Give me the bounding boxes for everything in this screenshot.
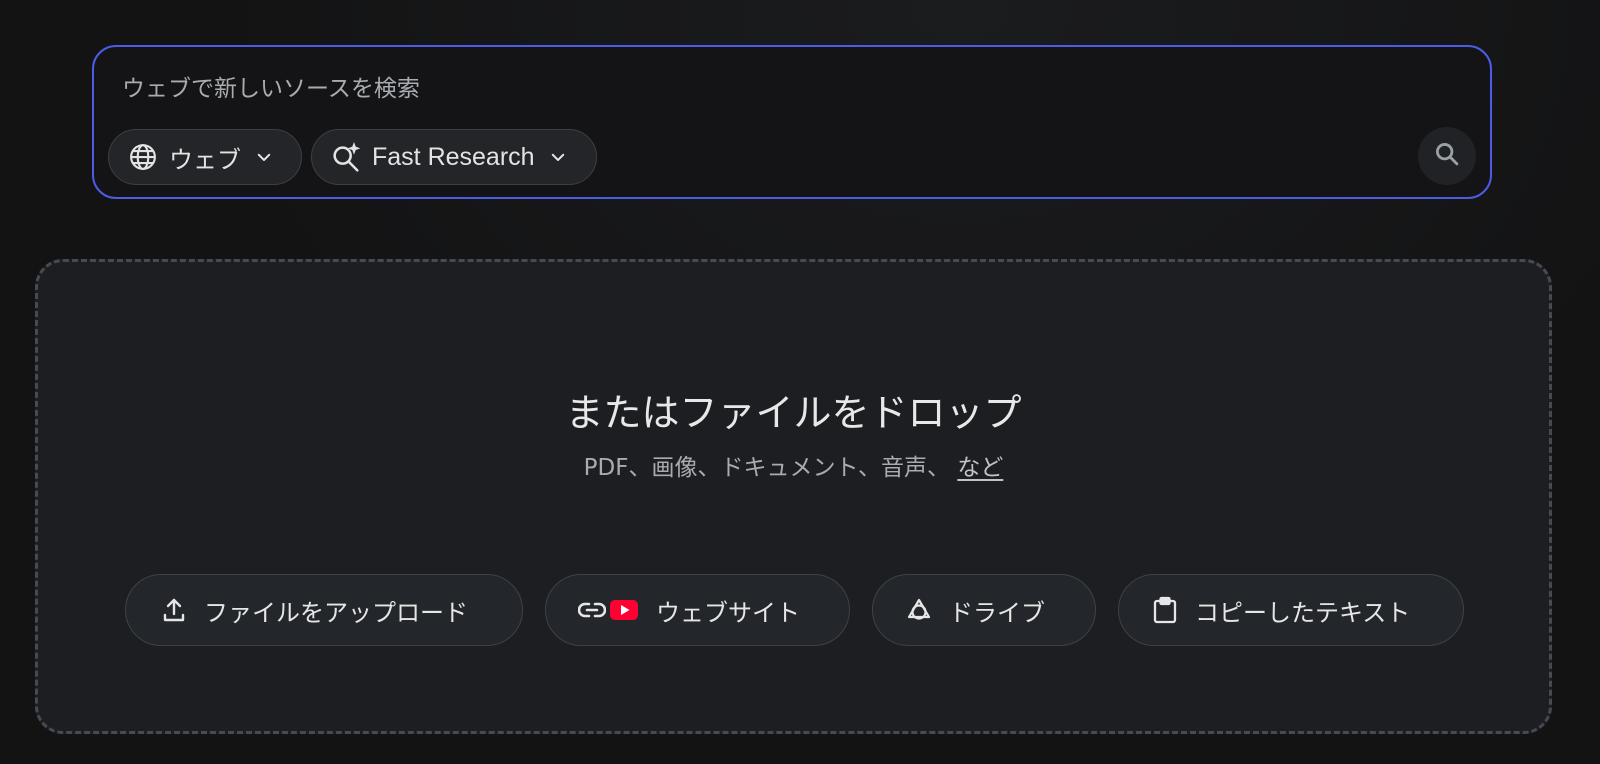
research-mode-label: Fast Research bbox=[372, 142, 535, 171]
drop-zone-title: またはファイルをドロップ bbox=[565, 391, 1022, 435]
link-icon bbox=[578, 594, 606, 626]
clipboard-icon bbox=[1151, 594, 1179, 626]
youtube-icon bbox=[610, 594, 638, 626]
search-icon bbox=[1433, 140, 1461, 172]
upload-file-label: ファイルをアップロード bbox=[204, 598, 468, 627]
sparkle-search-icon bbox=[330, 141, 362, 173]
chevron-down-icon bbox=[253, 146, 275, 168]
source-type-label: ウェブ bbox=[169, 145, 241, 174]
copied-text-label: コピーしたテキスト bbox=[1195, 598, 1411, 627]
web-search-box: ウェブ Fast Research bbox=[92, 45, 1492, 199]
search-submit-button[interactable] bbox=[1418, 127, 1476, 185]
website-label: ウェブサイト bbox=[656, 598, 800, 627]
drive-label: ドライブ bbox=[949, 598, 1045, 627]
drive-icon bbox=[905, 594, 933, 626]
copied-text-button[interactable]: コピーしたテキスト bbox=[1118, 574, 1464, 646]
supported-types-text: PDF、画像、ドキュメント、音声、 bbox=[583, 455, 951, 481]
globe-icon bbox=[127, 141, 159, 173]
chevron-down-icon bbox=[547, 146, 569, 168]
drive-button[interactable]: ドライブ bbox=[872, 574, 1096, 646]
website-button[interactable]: ウェブサイト bbox=[545, 574, 850, 646]
add-sources-page: ウェブ Fast Research bbox=[0, 0, 1600, 764]
more-file-types-link[interactable]: など bbox=[957, 455, 1003, 481]
web-search-input[interactable] bbox=[122, 69, 1322, 109]
research-mode-dropdown[interactable]: Fast Research bbox=[311, 129, 597, 185]
upload-file-button[interactable]: ファイルをアップロード bbox=[125, 574, 523, 646]
drop-zone-subtitle: PDF、画像、ドキュメント、音声、 など bbox=[38, 448, 1549, 482]
file-drop-zone[interactable]: またはファイルをドロップ PDF、画像、ドキュメント、音声、 など ファイルをア… bbox=[35, 259, 1552, 734]
source-type-dropdown[interactable]: ウェブ bbox=[108, 129, 302, 185]
upload-icon bbox=[160, 594, 188, 626]
